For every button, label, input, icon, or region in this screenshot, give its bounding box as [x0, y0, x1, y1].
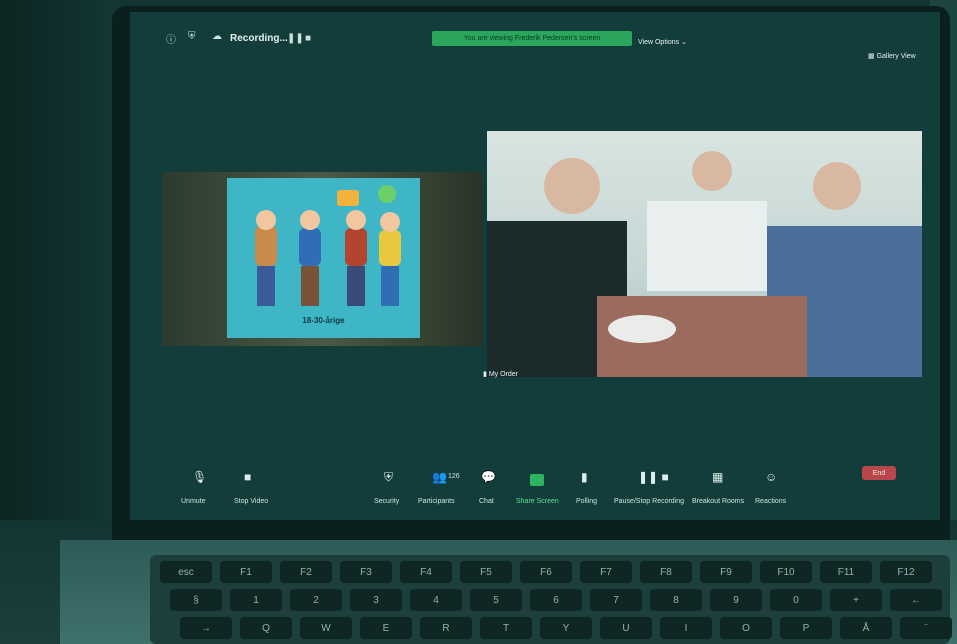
breakout-rooms-button[interactable]: Breakout Rooms	[692, 498, 744, 505]
keyboard-key[interactable]: esc	[160, 561, 212, 583]
keyboard-key[interactable]: Q	[240, 617, 292, 639]
recording-label: Recording...	[230, 33, 288, 44]
participants-button[interactable]: Participants	[418, 498, 455, 505]
info-icon[interactable]: ⓘ	[166, 31, 176, 46]
keyboard-key[interactable]: O	[720, 617, 772, 639]
pause-stop-recording-button[interactable]: Pause/Stop Recording	[614, 498, 684, 505]
reactions-button[interactable]: Reactions	[755, 498, 786, 505]
left-background	[0, 0, 120, 520]
cartoon-people-illustration	[255, 185, 401, 306]
participants-icon[interactable]: 👥	[432, 470, 447, 484]
chevron-down-icon: ⌄	[681, 39, 687, 46]
keyboard-key[interactable]: F6	[520, 561, 572, 583]
keyboard-key[interactable]: 0	[770, 589, 822, 611]
participant-count: 126	[448, 473, 460, 480]
polling-icon[interactable]: ▮	[581, 470, 588, 484]
keyboard-key[interactable]: F7	[580, 561, 632, 583]
viewing-screen-banner: You are viewing Frederik Pedersen's scre…	[432, 31, 632, 46]
keyboard-key[interactable]: +	[830, 589, 882, 611]
cloud-icon: ☁	[212, 31, 222, 42]
pause-recording-icon[interactable]: ❚❚	[287, 33, 304, 44]
pause-stop-recording-icon[interactable]: ❚❚ ■	[638, 470, 669, 484]
share-screen-button[interactable]: Share Screen	[516, 498, 559, 505]
keyboard-key[interactable]: U	[600, 617, 652, 639]
unmute-button[interactable]: Unmute	[181, 498, 206, 505]
keyboard-key[interactable]: F3	[340, 561, 392, 583]
participant-video	[487, 131, 922, 377]
security-shield-icon[interactable]: ⛨	[384, 470, 393, 485]
keyboard-key[interactable]: F5	[460, 561, 512, 583]
keyboard-key[interactable]: 9	[710, 589, 762, 611]
gallery-view-button[interactable]: ▦ Gallery View	[868, 52, 916, 60]
stop-recording-icon[interactable]: ■	[305, 33, 311, 44]
keyboard-key[interactable]: §	[170, 589, 222, 611]
keyboard-key[interactable]: 2	[290, 589, 342, 611]
gallery-view-label: Gallery View	[876, 53, 916, 60]
keyboard: esc F1 F2 F3 F4 F5 F6 F7 F8 F9 F10 F11 F12 § 1 2 3 4 5 6 7 8 9…	[150, 555, 952, 644]
view-options-label: View Options	[638, 39, 680, 46]
keyboard-key[interactable]: 4	[410, 589, 462, 611]
signal-bars-icon: ▮	[483, 371, 487, 378]
polling-button[interactable]: Polling	[576, 498, 597, 505]
keyboard-key[interactable]: I	[660, 617, 712, 639]
keyboard-key[interactable]: E	[360, 617, 412, 639]
participant-name-tag: ▮ My Order	[483, 370, 518, 378]
participant-name: My Order	[488, 371, 518, 378]
slide-caption: 18-30-årige	[302, 316, 345, 325]
keyboard-key[interactable]: F12	[880, 561, 932, 583]
keyboard-key[interactable]: F4	[400, 561, 452, 583]
keyboard-key[interactable]: F8	[640, 561, 692, 583]
stop-video-button[interactable]: Stop Video	[234, 498, 268, 505]
keyboard-key[interactable]: ←	[890, 589, 942, 611]
keyboard-key[interactable]: 1	[230, 589, 282, 611]
breakout-rooms-icon[interactable]: ▦	[712, 470, 723, 484]
keyboard-key[interactable]: Å	[840, 617, 892, 639]
keyboard-key[interactable]: 5	[470, 589, 522, 611]
keyboard-key[interactable]: P	[780, 617, 832, 639]
reactions-icon[interactable]: ☺	[765, 470, 777, 484]
video-feed-people	[487, 151, 922, 377]
grid-icon: ▦	[868, 53, 875, 60]
keyboard-key[interactable]: W	[300, 617, 352, 639]
keyboard-key[interactable]: →	[180, 617, 232, 639]
keyboard-key[interactable]: R	[420, 617, 472, 639]
share-screen-icon[interactable]	[530, 474, 544, 486]
keyboard-key[interactable]: 6	[530, 589, 582, 611]
presentation-slide	[227, 178, 420, 338]
keyboard-key[interactable]: 3	[350, 589, 402, 611]
keyboard-key[interactable]: F10	[760, 561, 812, 583]
camera-icon[interactable]: ■	[244, 470, 251, 484]
keyboard-key[interactable]: F2	[280, 561, 332, 583]
keyboard-key[interactable]: ¨	[900, 617, 952, 639]
keyboard-key[interactable]: F1	[220, 561, 272, 583]
security-button[interactable]: Security	[374, 498, 399, 505]
keyboard-key[interactable]: 8	[650, 589, 702, 611]
keyboard-key[interactable]: F11	[820, 561, 872, 583]
end-meeting-button[interactable]: End	[862, 466, 896, 480]
view-options-button[interactable]: View Options ⌄	[638, 38, 687, 46]
keyboard-key[interactable]: T	[480, 617, 532, 639]
chat-icon[interactable]: 💬	[481, 470, 496, 484]
keyboard-key[interactable]: 7	[590, 589, 642, 611]
keyboard-key[interactable]: F9	[700, 561, 752, 583]
microphone-muted-icon[interactable]: 🎙	[192, 470, 207, 484]
keyboard-key[interactable]: Y	[540, 617, 592, 639]
shield-icon[interactable]: ⛨	[188, 31, 196, 42]
chat-button[interactable]: Chat	[479, 498, 494, 505]
